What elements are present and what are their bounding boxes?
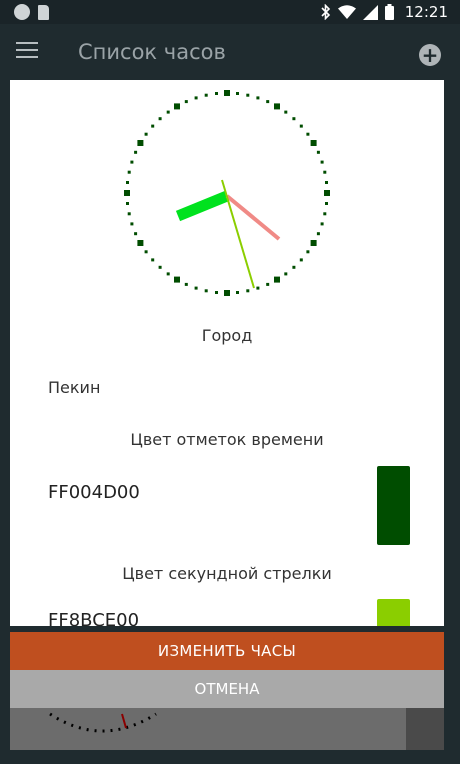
notification-circle-icon bbox=[14, 4, 30, 20]
minute-tick bbox=[236, 291, 239, 294]
hour-tick bbox=[224, 290, 230, 296]
city-value[interactable]: Пекин bbox=[48, 378, 100, 397]
minute-tick bbox=[325, 202, 328, 205]
edit-clock-dialog: Город Пекин Цвет отметок времени FF004D0… bbox=[10, 80, 444, 626]
minute-tick bbox=[320, 222, 324, 226]
minute-tick bbox=[204, 93, 208, 97]
hour-tick bbox=[274, 103, 280, 110]
minute-tick bbox=[151, 124, 155, 128]
minute-tick bbox=[127, 212, 131, 216]
analog-clock-preview bbox=[124, 90, 330, 296]
tick-color-value[interactable]: FF004D00 bbox=[48, 482, 140, 503]
hamburger-icon[interactable] bbox=[16, 42, 38, 58]
minute-hand bbox=[225, 194, 281, 241]
minute-tick bbox=[184, 100, 188, 104]
minute-tick bbox=[256, 286, 260, 290]
hour-tick bbox=[124, 190, 130, 196]
minute-tick bbox=[316, 150, 320, 154]
bluetooth-icon bbox=[321, 4, 330, 20]
minute-tick bbox=[292, 117, 296, 121]
minute-tick bbox=[306, 250, 310, 254]
minute-tick bbox=[299, 258, 303, 262]
background-card-edge bbox=[406, 706, 444, 750]
minute-tick bbox=[144, 250, 148, 254]
minute-tick bbox=[215, 291, 218, 294]
hour-tick bbox=[174, 276, 180, 283]
minute-tick bbox=[130, 160, 134, 164]
minute-tick bbox=[266, 282, 270, 286]
minute-tick bbox=[184, 282, 188, 286]
cancel-button[interactable]: ОТМЕНА bbox=[10, 670, 444, 708]
minute-tick bbox=[323, 170, 327, 174]
minute-tick bbox=[323, 212, 327, 216]
minute-tick bbox=[316, 232, 320, 236]
minute-tick bbox=[166, 110, 170, 114]
minute-tick bbox=[144, 132, 148, 136]
minute-tick bbox=[166, 272, 170, 276]
minute-tick bbox=[134, 232, 138, 236]
hour-tick bbox=[274, 276, 280, 283]
status-bar: 12:21 bbox=[0, 0, 460, 24]
second-hand-color-value[interactable]: FF8BCE00 bbox=[48, 610, 139, 626]
minute-tick bbox=[126, 181, 129, 184]
hour-tick bbox=[224, 90, 230, 96]
minute-tick bbox=[246, 93, 250, 97]
hour-tick bbox=[324, 190, 330, 196]
hour-tick bbox=[310, 240, 317, 246]
city-label: Город bbox=[201, 326, 253, 345]
hour-hand bbox=[175, 190, 230, 222]
hour-tick bbox=[137, 140, 144, 146]
minute-tick bbox=[306, 132, 310, 136]
minute-tick bbox=[134, 150, 138, 154]
minute-tick bbox=[194, 286, 198, 290]
hour-tick bbox=[310, 140, 317, 146]
minute-tick bbox=[284, 272, 288, 276]
minute-tick bbox=[158, 117, 162, 121]
status-notifications bbox=[14, 4, 49, 20]
minute-tick bbox=[127, 170, 131, 174]
wifi-icon bbox=[337, 4, 356, 19]
app-bar: Список часов + bbox=[0, 24, 460, 80]
minute-tick bbox=[320, 160, 324, 164]
hour-tick bbox=[174, 103, 180, 110]
background-clock-fragment bbox=[49, 712, 157, 733]
minute-tick bbox=[215, 92, 218, 95]
background-clock-card bbox=[10, 706, 406, 750]
minute-tick bbox=[284, 110, 288, 114]
minute-tick bbox=[325, 181, 328, 184]
app-title: Список часов bbox=[78, 40, 226, 64]
add-circle-icon[interactable]: + bbox=[419, 44, 441, 66]
minute-tick bbox=[236, 92, 239, 95]
minute-tick bbox=[130, 222, 134, 226]
change-clock-button[interactable]: ИЗМЕНИТЬ ЧАСЫ bbox=[10, 632, 444, 670]
status-system: 12:21 bbox=[321, 3, 448, 21]
second-hand bbox=[221, 179, 255, 289]
minute-tick bbox=[158, 265, 162, 269]
minute-tick bbox=[256, 96, 260, 100]
hour-tick bbox=[137, 240, 144, 246]
minute-tick bbox=[126, 202, 129, 205]
minute-tick bbox=[151, 258, 155, 262]
clock-ticks bbox=[124, 90, 330, 296]
clock-time: 12:21 bbox=[404, 3, 448, 21]
battery-icon bbox=[384, 4, 394, 20]
sd-card-icon bbox=[38, 4, 49, 20]
minute-tick bbox=[246, 289, 250, 293]
minute-tick bbox=[194, 96, 198, 100]
minute-tick bbox=[299, 124, 303, 128]
second-hand-color-label: Цвет секундной стрелки bbox=[122, 564, 332, 583]
minute-tick bbox=[266, 100, 270, 104]
minute-tick bbox=[204, 289, 208, 293]
minute-tick bbox=[292, 265, 296, 269]
second-hand-color-swatch[interactable] bbox=[377, 599, 410, 626]
tick-color-label: Цвет отметок времени bbox=[130, 430, 324, 449]
tick-color-swatch[interactable] bbox=[377, 466, 410, 545]
signal-icon bbox=[362, 4, 378, 20]
